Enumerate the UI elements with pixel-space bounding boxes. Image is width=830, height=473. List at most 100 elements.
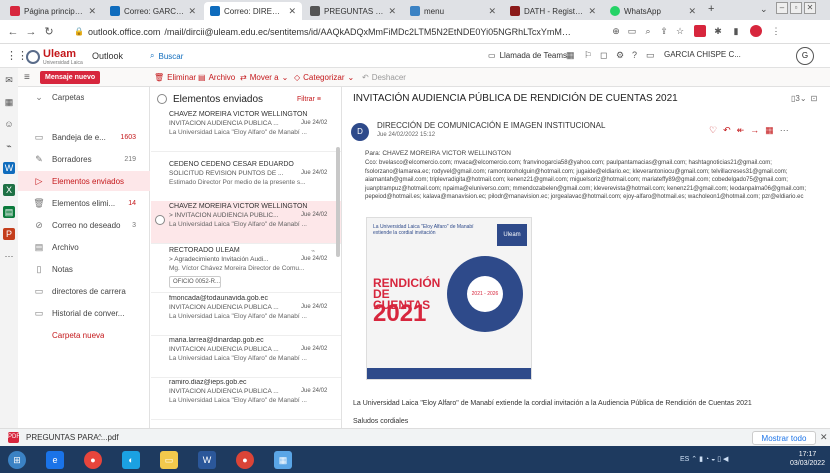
user-name[interactable]: GARCIA CHISPE C... <box>664 50 741 59</box>
close-icon[interactable]: ✕ <box>588 6 596 17</box>
undo-button[interactable]: ↶ Deshacer <box>362 73 406 82</box>
file-explorer-icon[interactable]: ▭ <box>160 451 178 469</box>
gear-icon[interactable]: ⚙ <box>616 50 624 61</box>
download-file[interactable]: PREGUNTAS PARA....pdf <box>26 433 119 442</box>
puzzle-icon[interactable]: ✱ <box>712 25 724 37</box>
chrome-icon[interactable]: ● <box>84 451 102 469</box>
close-icon[interactable]: ✕ <box>188 6 196 17</box>
tab-search-icon[interactable]: ⌄ <box>760 4 768 15</box>
message-item[interactable]: RECTORADO ULEAM ⌁ > Agradecimiento Invit… <box>151 245 341 293</box>
move-to-button[interactable]: ⇄ Mover a ⌄ <box>240 73 288 82</box>
folder-archive[interactable]: ▤ Archivo <box>18 237 150 257</box>
folder-deleted[interactable]: 🗑 Elementos elimi... 14 <box>18 193 150 213</box>
app-icon[interactable]: ◐ <box>122 451 140 469</box>
url-field[interactable]: 🔒 outlook.office.com/mail/dircii@uleam.e… <box>74 24 604 40</box>
close-icon[interactable]: ✕ <box>488 6 496 17</box>
message-item[interactable]: CEDEÑO CEDEÑO CESAR EDUARDO SOLICITUD RE… <box>151 159 341 202</box>
maximize-icon[interactable]: ▫ <box>790 2 802 14</box>
extension-icon[interactable] <box>694 25 706 37</box>
browser-tab[interactable]: PREGUNTAS PARA ✕ <box>304 2 402 20</box>
teams-call-button[interactable]: ▭ Llamada de Teams <box>488 51 567 60</box>
clock[interactable]: 17:17 03/03/2022 <box>790 450 825 468</box>
forward-icon[interactable]: → <box>750 125 759 136</box>
close-icon[interactable]: ✕ <box>820 432 828 443</box>
mail-icon[interactable]: ✉ <box>3 74 15 86</box>
folder-inbox[interactable]: ▭ Bandeja de e... 1603 <box>18 127 150 147</box>
chevron-up-icon[interactable]: ^ <box>98 433 102 442</box>
folder-directores[interactable]: ▭ directores de carrera <box>18 281 150 301</box>
more-apps-icon[interactable]: ⋯ <box>3 250 15 262</box>
new-tab-button[interactable]: + <box>708 3 714 15</box>
browser-tab-active[interactable]: Correo: DIRECCIÓ ✕ <box>204 2 302 20</box>
message-item[interactable]: fmoncada@todaunavida.gob.ec INVITACIÓN A… <box>151 293 341 336</box>
show-all-button[interactable]: Mostrar todo <box>752 431 816 445</box>
people-icon[interactable]: ☺ <box>3 118 15 130</box>
powerpoint-icon[interactable]: P <box>3 228 15 240</box>
ms-teams-icon[interactable]: ▦ <box>566 50 575 61</box>
browser-tab[interactable]: Página principal de ✕ <box>4 2 102 20</box>
expand-icon[interactable]: ⊡ <box>811 94 818 103</box>
reply-all-icon[interactable]: ↞ <box>737 125 745 136</box>
filter-button[interactable]: Filtrar ≡ <box>297 96 321 103</box>
folder-history[interactable]: ▭ Historial de conver... <box>18 303 150 323</box>
browser-tab[interactable]: Correo: GARCIA C ✕ <box>104 2 202 20</box>
message-list-scrollbar[interactable] <box>336 147 340 257</box>
browser-tab[interactable]: WhatsApp ✕ <box>604 2 702 20</box>
calendar-icon[interactable]: ▦ <box>3 96 15 108</box>
like-icon[interactable]: ♡ <box>709 125 717 136</box>
word-icon[interactable]: W <box>198 451 216 469</box>
browser-tab[interactable]: DATH - Registro d ✕ <box>504 2 602 20</box>
folder-junk[interactable]: ⊘ Correo no deseado 3 <box>18 215 150 235</box>
new-folder-link[interactable]: Carpeta nueva <box>18 325 150 345</box>
message-item-selected[interactable]: CHAVEZ MOREIRA VICTOR WELLINGTON > INVIT… <box>151 201 341 244</box>
system-tray[interactable]: ES ⌃ ▮ ◔ ◒ ▯ ◀ <box>680 455 728 463</box>
bell-icon[interactable]: ◻ <box>600 50 607 61</box>
folders-header[interactable]: ⌄ Carpetas <box>18 87 150 107</box>
select-all-checkbox[interactable] <box>157 94 167 104</box>
app-icon[interactable]: ▦ <box>274 451 292 469</box>
back-icon[interactable]: ← <box>4 26 22 38</box>
star-icon[interactable]: ☆ <box>674 25 686 37</box>
new-mail-button[interactable]: Mensaje nuevo <box>40 71 101 84</box>
forward-icon[interactable]: → <box>22 26 40 38</box>
search-input[interactable]: ⌕ Buscar <box>150 48 420 64</box>
hamburger-icon[interactable]: ≡ <box>24 72 30 83</box>
word-icon[interactable]: W <box>3 162 15 174</box>
cast-icon[interactable]: ▭ <box>626 25 638 37</box>
share-icon[interactable]: ⇪ <box>658 25 670 37</box>
folder-drafts[interactable]: ✎ Borradores 219 <box>18 149 150 169</box>
close-icon[interactable]: ✕ <box>688 6 696 17</box>
profile-avatar-icon[interactable] <box>750 25 762 37</box>
user-avatar[interactable]: G <box>796 47 814 65</box>
chrome-icon[interactable]: ● <box>236 451 254 469</box>
delete-button[interactable]: 🗑 Eliminar <box>154 73 196 82</box>
attach-icon[interactable]: ⌁ <box>3 140 15 152</box>
zoom-icon[interactable]: ⌕ <box>642 25 654 37</box>
archive-button[interactable]: ▤ Archivo <box>198 73 235 82</box>
close-window-icon[interactable]: ✕ <box>804 2 816 14</box>
extension-icon[interactable]: ▮ <box>730 25 742 37</box>
help-icon[interactable]: ? <box>632 50 637 60</box>
message-checkbox[interactable] <box>155 215 165 225</box>
reload-icon[interactable]: ↻ <box>40 25 58 38</box>
message-item[interactable]: ramiro.diaz@ieps.gob.ec INVITACIÓN AUDIE… <box>151 377 341 420</box>
app-launcher-icon[interactable]: ⋮⋮ <box>6 49 28 62</box>
categorize-button[interactable]: ◇ Categorizar ⌄ <box>294 73 354 82</box>
start-icon[interactable]: ⊞ <box>8 451 26 469</box>
menu-dots-icon[interactable]: ⋮ <box>770 25 782 37</box>
close-icon[interactable]: ✕ <box>288 6 296 17</box>
feedback-icon[interactable]: ▭ <box>646 50 655 61</box>
excel-icon[interactable]: X <box>3 184 15 196</box>
folder-sent[interactable]: ▷ Elementos enviados <box>18 171 150 191</box>
close-icon[interactable]: ✕ <box>388 6 396 17</box>
folder-notes[interactable]: ▯ Notas <box>18 259 150 279</box>
attachment-chip[interactable]: OFICIO 0052-R... <box>169 276 221 288</box>
thread-count-icon[interactable]: ▯3⌄ <box>791 94 807 103</box>
teams-share-icon[interactable]: ▦ <box>765 125 774 136</box>
more-icon[interactable]: ⋯ <box>780 125 789 136</box>
install-icon[interactable]: ⊕ <box>610 25 622 37</box>
reply-icon[interactable]: ↶ <box>723 125 731 136</box>
close-icon[interactable]: ✕ <box>88 6 96 17</box>
minimize-icon[interactable]: – <box>776 2 788 14</box>
edge-icon[interactable]: e <box>46 451 64 469</box>
